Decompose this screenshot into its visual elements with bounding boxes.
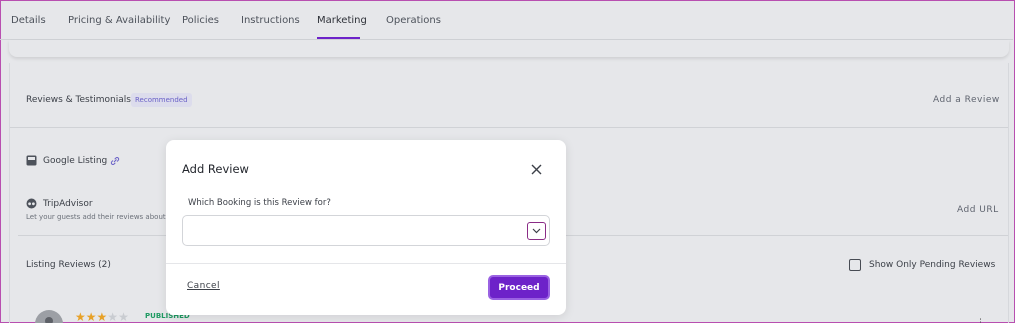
listing-reviews-label: Listing Reviews (2)	[26, 260, 111, 270]
booking-field-label: Which Booking is this Review for?	[188, 198, 331, 208]
tab-bar: Details Pricing & Availability Policies …	[0, 0, 1013, 40]
star-icon: ★	[85, 310, 97, 323]
star-icon: ★	[107, 310, 119, 323]
tripadvisor-label: TripAdvisor	[43, 199, 93, 209]
star-icon: ★	[118, 310, 129, 323]
modal-divider	[166, 263, 566, 264]
more-options-icon[interactable]: ⋮	[976, 318, 985, 323]
modal-title: Add Review	[182, 162, 249, 176]
add-review-link[interactable]: Add a Review	[933, 95, 1000, 105]
show-pending-checkbox[interactable]	[849, 259, 861, 271]
proceed-button[interactable]: Proceed	[488, 275, 550, 300]
chevron-down-icon[interactable]	[527, 222, 546, 240]
show-pending-label: Show Only Pending Reviews	[869, 260, 996, 270]
cancel-button[interactable]: Cancel	[187, 281, 220, 291]
tab-operations[interactable]: Operations	[386, 15, 441, 26]
tab-policies[interactable]: Policies	[182, 15, 219, 26]
close-icon[interactable]	[531, 164, 542, 175]
section-divider	[10, 127, 1008, 128]
star-icon: ★	[75, 310, 86, 323]
add-url-link[interactable]: Add URL	[957, 205, 999, 215]
active-tab-indicator	[317, 37, 360, 39]
tab-marketing[interactable]: Marketing	[317, 15, 367, 26]
link-icon[interactable]	[110, 156, 120, 166]
tab-instructions[interactable]: Instructions	[241, 15, 300, 26]
reviews-section-title: Reviews & Testimonials	[26, 95, 131, 105]
star-rating: ★★★★★	[75, 310, 129, 323]
tab-details[interactable]: Details	[11, 15, 46, 26]
booking-select[interactable]	[182, 215, 550, 246]
tripadvisor-description: Let your guests add their reviews about	[26, 213, 166, 221]
collapsed-card	[9, 40, 1009, 57]
google-listing-label: Google Listing	[43, 156, 108, 166]
tab-pricing-availability[interactable]: Pricing & Availability	[68, 15, 170, 26]
recommended-badge: Recommended	[131, 93, 192, 107]
google-listing-icon	[26, 155, 37, 166]
add-review-modal: Add Review Which Booking is this Review …	[166, 140, 566, 315]
tripadvisor-icon	[26, 198, 37, 209]
star-icon: ★	[96, 310, 108, 323]
